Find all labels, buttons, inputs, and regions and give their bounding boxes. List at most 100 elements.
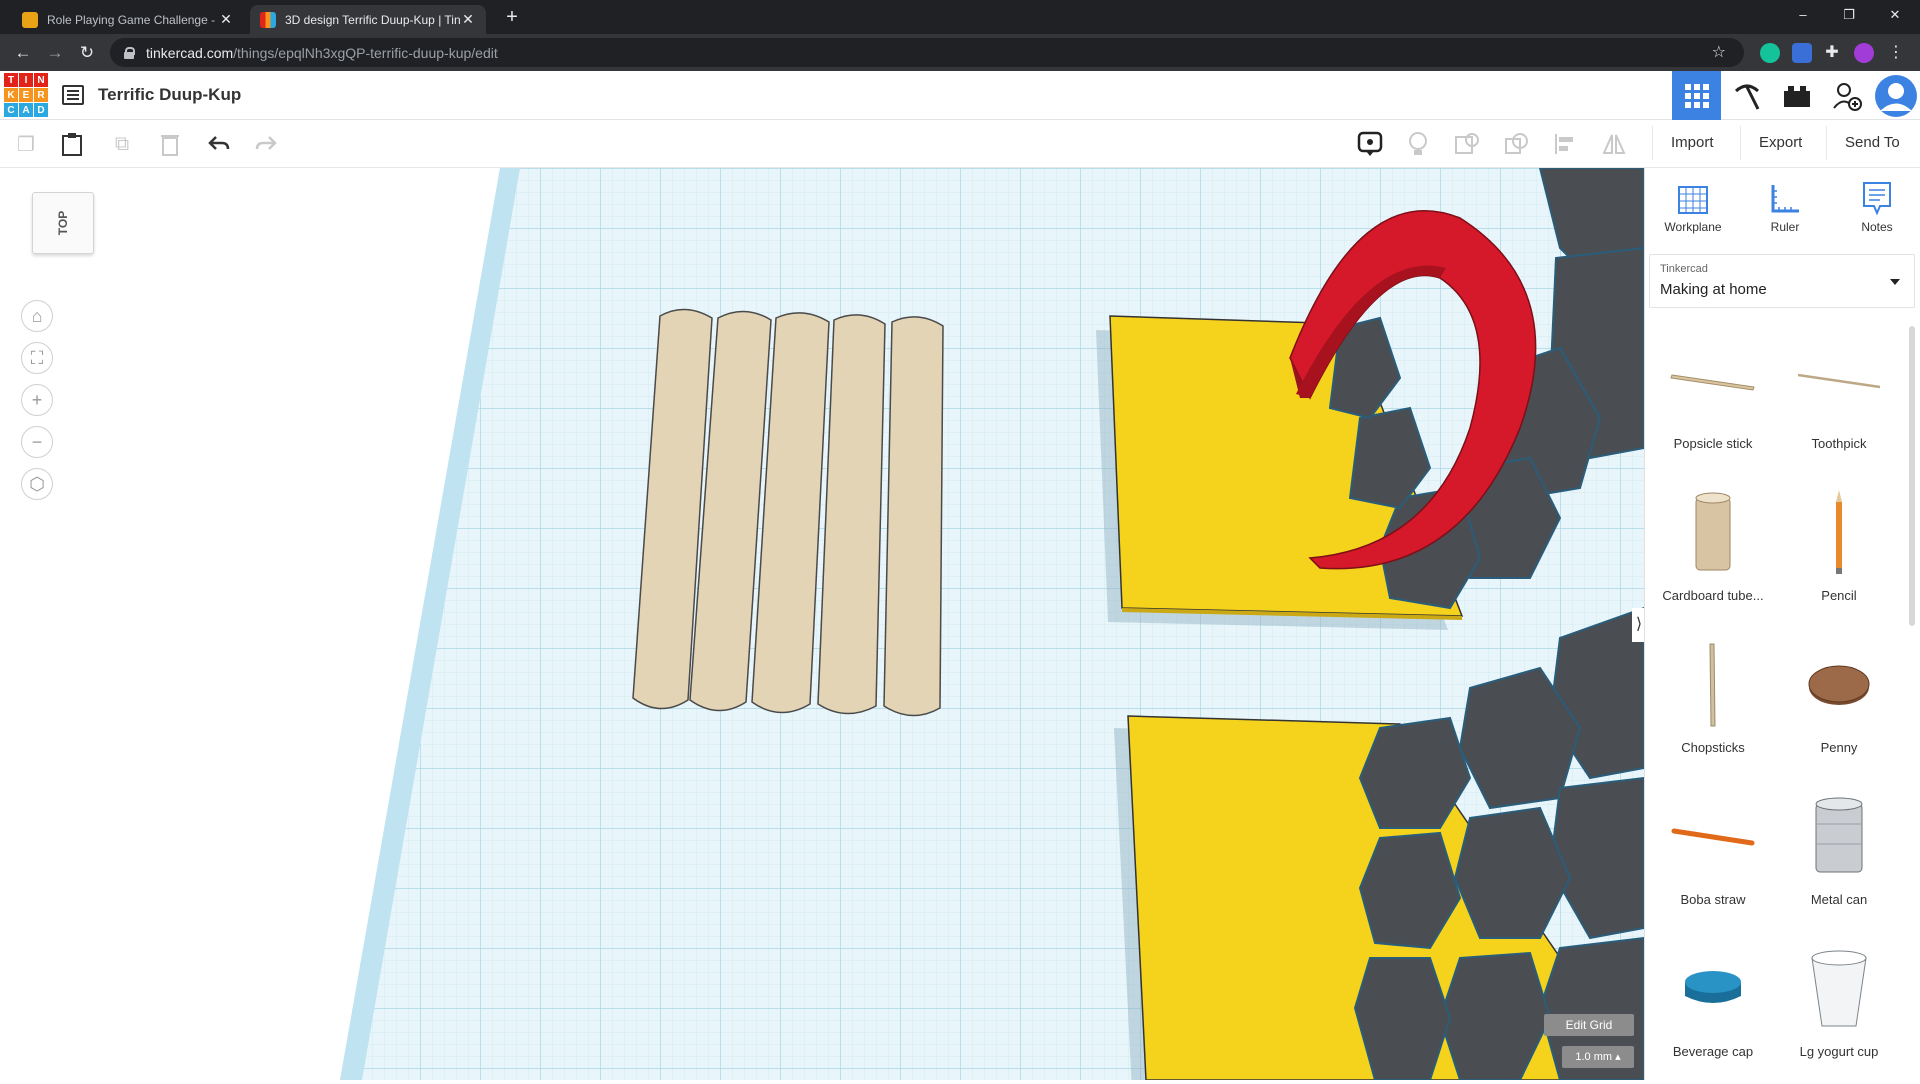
invite-user-button[interactable] [1822, 71, 1871, 120]
browser-menu-icon[interactable]: ⋮ [1886, 43, 1906, 63]
notes-label: Notes [1861, 220, 1893, 234]
url-path: /things/epqlNh3xgQP-terrific-duup-kup/ed… [233, 44, 498, 61]
metal-can-thumb [1815, 797, 1863, 873]
edit-grid-button[interactable]: Edit Grid [1544, 1014, 1634, 1036]
view-cube[interactable]: TOP [32, 192, 94, 254]
popsicle-sticks[interactable] [632, 308, 944, 717]
url-host: tinkercad.com [146, 44, 234, 61]
zoom-out-icon[interactable]: − [21, 426, 53, 458]
shape-boba-straw[interactable]: Boba straw [1651, 782, 1775, 932]
blocks-view-button[interactable] [1722, 71, 1771, 120]
browser-tab-tinkercad[interactable]: 3D design Terrific Duup-Kup | Tin ✕ [250, 5, 486, 34]
3d-design-view-button[interactable] [1672, 71, 1721, 120]
fit-view-icon[interactable]: ⛶ [21, 342, 53, 374]
shapes-panel: Workplane Ruler Notes Tinkercad Making a… [1644, 168, 1920, 1080]
tinkercad-logo[interactable]: TIN KER CAD [4, 73, 48, 117]
panel-scrollbar[interactable] [1909, 326, 1915, 626]
address-bar: ← → ↻ tinkercad.com/things/epqlNh3xgQP-t… [0, 34, 1920, 71]
workplane-tool[interactable]: Workplane [1653, 178, 1733, 234]
new-tab-button[interactable]: + [500, 5, 524, 29]
grid-view-icon [1684, 83, 1709, 108]
design-title[interactable]: Terrific Duup-Kup [98, 85, 241, 105]
import-button[interactable]: Import [1652, 126, 1732, 160]
mirror-icon[interactable] [1600, 130, 1628, 158]
shape-label: Toothpick [1811, 436, 1867, 451]
copy-icon[interactable]: ❐ [12, 130, 40, 158]
logo-letter: D [34, 103, 48, 117]
duplicate-icon[interactable]: ⧉ [108, 130, 136, 158]
shape-beverage-cap[interactable]: Beverage cap [1651, 934, 1775, 1084]
shape-cardboard-tube[interactable]: Cardboard tube... [1651, 478, 1775, 628]
shape-label: Lg yogurt cup [1799, 1044, 1879, 1059]
lightbulb-icon[interactable] [1404, 130, 1432, 158]
shape-label: Metal can [1810, 892, 1868, 907]
shape-pencil[interactable]: Pencil [1777, 478, 1901, 628]
delete-icon[interactable] [156, 130, 184, 158]
paste-icon[interactable] [58, 130, 86, 158]
tab-title: 3D design Terrific Duup-Kup | Tin [285, 12, 460, 27]
group-icon[interactable] [1453, 130, 1481, 158]
shape-chopsticks[interactable]: Chopsticks [1651, 630, 1775, 780]
chopsticks-thumb [1709, 643, 1716, 727]
ruler-tool[interactable]: Ruler [1745, 178, 1825, 234]
close-window-button[interactable]: ✕ [1872, 0, 1918, 30]
tab-title: Role Playing Game Challenge - Ir [47, 12, 218, 27]
shape-label: Beverage cap [1672, 1044, 1754, 1059]
shape-popsicle-stick[interactable]: Popsicle stick [1651, 326, 1775, 476]
library-source: Tinkercad [1660, 263, 1708, 275]
design-list-icon[interactable] [62, 85, 84, 105]
restore-button[interactable]: ❐ [1826, 0, 1872, 30]
perspective-icon[interactable]: ⬡ [21, 468, 53, 500]
send-to-button[interactable]: Send To [1826, 126, 1918, 160]
notes-tool[interactable]: Notes [1837, 178, 1917, 234]
tab-close-icon[interactable]: ✕ [218, 11, 234, 28]
back-arrow-icon[interactable]: ← [10, 40, 36, 66]
bricks-view-button[interactable] [1772, 71, 1821, 120]
align-icon[interactable] [1551, 130, 1579, 158]
workplane-label: Workplane [1664, 220, 1722, 234]
browser-tab-rpg-challenge[interactable]: Role Playing Game Challenge - Ir ✕ [12, 5, 244, 34]
profile-avatar[interactable] [1854, 43, 1874, 63]
redo-icon[interactable] [252, 130, 280, 158]
shape-metal-can[interactable]: Metal can [1777, 782, 1901, 932]
logo-letter: N [34, 73, 48, 87]
shape-library-select[interactable]: Tinkercad Making at home [1649, 254, 1915, 308]
view-cube-label: TOP [55, 210, 70, 236]
grammarly-extension-icon[interactable] [1760, 43, 1780, 63]
shape-label: Boba straw [1680, 892, 1746, 907]
shape-label: Pencil [1821, 588, 1857, 603]
extension-icon[interactable] [1792, 43, 1812, 63]
tab-close-icon[interactable]: ✕ [460, 11, 476, 28]
reload-icon[interactable]: ↻ [74, 40, 100, 66]
logo-letter: I [19, 73, 33, 87]
puzzle-extensions-icon[interactable]: ✚ [1822, 43, 1842, 63]
notes-visibility-icon[interactable] [1356, 130, 1384, 158]
shape-grid: Popsicle stick Toothpick Cardboard tube.… [1645, 326, 1907, 1080]
shape-penny[interactable]: Penny [1777, 630, 1901, 780]
toothpick-thumb [1797, 373, 1881, 389]
shape-toothpick[interactable]: Toothpick [1777, 326, 1901, 476]
zoom-in-icon[interactable]: + [21, 384, 53, 416]
undo-icon[interactable] [205, 130, 233, 158]
bookmark-star-icon[interactable]: ☆ [1712, 42, 1726, 62]
user-avatar[interactable] [1871, 71, 1920, 120]
minimize-button[interactable]: – [1780, 0, 1826, 30]
ungroup-icon[interactable] [1502, 130, 1530, 158]
export-button[interactable]: Export [1740, 126, 1820, 160]
shape-label: Chopsticks [1681, 740, 1745, 755]
cardboard-tube-thumb [1695, 492, 1731, 571]
tab-favicon-icon [22, 11, 38, 28]
forward-arrow-icon[interactable]: → [42, 40, 68, 66]
shape-lg-yogurt-cup[interactable]: Lg yogurt cup [1777, 934, 1901, 1084]
logo-letter: A [19, 103, 33, 117]
home-view-icon[interactable]: ⌂ [21, 300, 53, 332]
logo-letter: T [4, 73, 18, 87]
logo-letter: R [34, 88, 48, 102]
url-field[interactable]: tinkercad.com/things/epqlNh3xgQP-terrifi… [110, 38, 1744, 67]
notes-icon [1863, 182, 1891, 216]
lock-icon [124, 46, 135, 59]
add-user-icon [1832, 82, 1862, 111]
pencil-thumb [1836, 490, 1842, 574]
3d-viewport[interactable]: TOP ⌂ ⛶ + − ⬡ Edit Grid 1.0 mm ▴ [0, 168, 1644, 1080]
snap-grid-select[interactable]: 1.0 mm ▴ [1562, 1046, 1634, 1068]
